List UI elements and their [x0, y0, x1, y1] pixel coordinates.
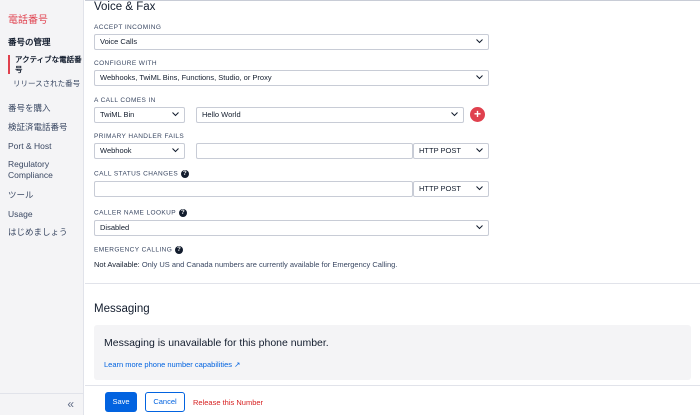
sidebar-collapse-bar: « — [0, 393, 84, 415]
primary-fails-method-select[interactable]: HTTP POST — [413, 143, 489, 159]
voice-section-title: Voice & Fax — [94, 1, 156, 13]
status-changes-url-input[interactable] — [94, 181, 413, 197]
sidebar-item-active-numbers[interactable]: アクティブな電話番号 — [8, 55, 84, 74]
messaging-unavailable-text: Messaging is unavailable for this phone … — [104, 337, 329, 349]
chevron-down-icon — [172, 111, 179, 117]
sidebar-item-verified-numbers[interactable]: 検証済電話番号 — [8, 122, 68, 133]
accept-incoming-label: ACCEPT INCOMING — [94, 24, 162, 31]
primary-fails-label: PRIMARY HANDLER FAILS — [94, 133, 185, 140]
call-comes-in-bin-select[interactable]: Hello World — [196, 107, 464, 123]
status-changes-label: CALL STATUS CHANGES — [94, 170, 179, 178]
primary-fails-method-value: HTTP POST — [419, 146, 461, 155]
chevron-down-icon — [476, 38, 483, 44]
release-number-link[interactable]: Release this Number — [193, 398, 263, 407]
chevron-down-icon — [476, 185, 483, 191]
help-icon[interactable]: ? — [178, 209, 187, 217]
help-icon[interactable]: ? — [181, 170, 190, 178]
top-border — [85, 0, 700, 1]
chevron-down-icon — [172, 147, 179, 153]
sidebar-item-released-numbers[interactable]: リリースされた番号 — [8, 79, 84, 89]
caller-lookup-label-row: CALLER NAME LOOKUP? — [94, 209, 187, 217]
caller-lookup-label: CALLER NAME LOOKUP — [94, 209, 176, 217]
add-twiml-bin-button[interactable]: + — [470, 107, 485, 122]
configure-with-select[interactable]: Webhooks, TwiML Bins, Functions, Studio,… — [94, 70, 489, 86]
call-comes-in-label: A CALL COMES IN — [94, 97, 156, 104]
status-changes-method-value: HTTP POST — [419, 184, 461, 193]
cancel-button[interactable]: Cancel — [145, 392, 185, 412]
emergency-label: EMERGENCY CALLING — [94, 246, 173, 254]
chevron-down-icon — [451, 111, 458, 117]
status-changes-method-select[interactable]: HTTP POST — [413, 181, 489, 197]
call-comes-in-type-select[interactable]: TwiML Bin — [94, 107, 185, 123]
sidebar-item-port-host[interactable]: Port & Host — [8, 141, 51, 152]
emergency-note: Not Available: Only US and Canada number… — [94, 260, 397, 269]
sidebar-item-usage[interactable]: Usage — [8, 209, 33, 220]
configure-with-value: Webhooks, TwiML Bins, Functions, Studio,… — [100, 73, 272, 82]
sidebar-item-tools[interactable]: ツール — [8, 190, 34, 201]
primary-fails-url-input[interactable] — [196, 143, 413, 159]
primary-fails-type-value: Webhook — [100, 146, 132, 155]
chevron-down-icon — [476, 224, 483, 230]
help-icon[interactable]: ? — [175, 246, 184, 254]
accept-incoming-select[interactable]: Voice Calls — [94, 34, 489, 50]
sidebar: 電話番号 番号の管理 アクティブな電話番号 リリースされた番号 番号を購入 検証… — [0, 0, 84, 415]
call-comes-in-type-value: TwiML Bin — [100, 110, 135, 119]
messaging-unavailable-panel: Messaging is unavailable for this phone … — [94, 325, 691, 380]
status-changes-label-row: CALL STATUS CHANGES? — [94, 170, 190, 178]
section-divider — [85, 283, 700, 284]
learn-more-link[interactable]: Learn more phone number capabilities ↗ — [104, 360, 240, 369]
chevron-down-icon — [476, 147, 483, 153]
sidebar-brand[interactable]: 電話番号 — [8, 11, 48, 26]
call-comes-in-bin-value: Hello World — [202, 110, 241, 119]
caller-lookup-select[interactable]: Disabled — [94, 220, 489, 236]
configure-with-label: CONFIGURE WITH — [94, 60, 158, 67]
sidebar-item-buy-number[interactable]: 番号を購入 — [8, 103, 51, 114]
emergency-note-prefix: Not Available: — [94, 260, 140, 269]
save-button[interactable]: Save — [105, 392, 137, 412]
sidebar-heading-manage[interactable]: 番号の管理 — [8, 37, 51, 48]
emergency-label-row: EMERGENCY CALLING? — [94, 246, 184, 254]
messaging-section-title: Messaging — [94, 303, 150, 315]
accept-incoming-value: Voice Calls — [100, 37, 138, 46]
emergency-note-text: Only US and Canada numbers are currently… — [141, 260, 398, 269]
sidebar-item-get-started[interactable]: はじめましょう — [8, 227, 68, 238]
chevron-down-icon — [476, 74, 483, 80]
sidebar-item-regulatory[interactable]: Regulatory Compliance — [8, 159, 78, 181]
primary-fails-type-select[interactable]: Webhook — [94, 143, 185, 159]
collapse-icon[interactable]: « — [67, 397, 74, 411]
caller-lookup-value: Disabled — [100, 223, 130, 232]
